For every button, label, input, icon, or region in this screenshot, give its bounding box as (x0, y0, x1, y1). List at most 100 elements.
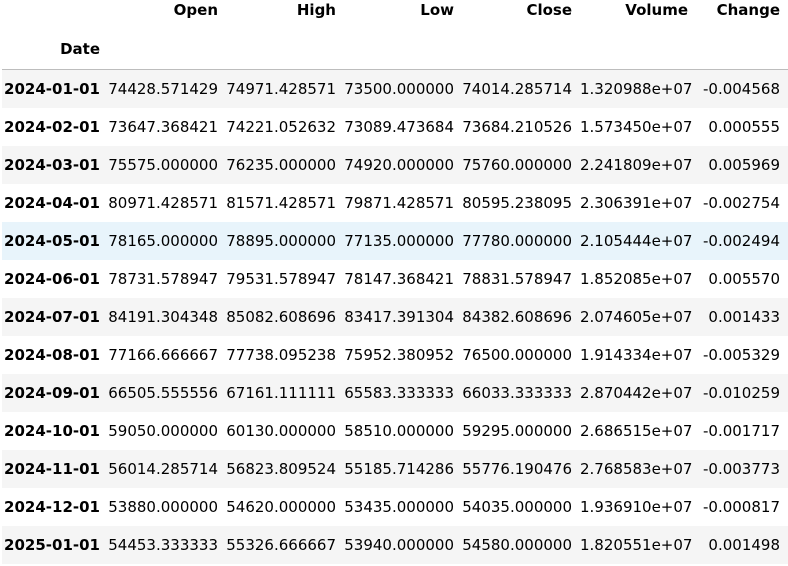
cell-close: 54035.000000 (462, 497, 572, 516)
table-row: 2024-04-01 80971.428571 81571.428571 79871.… (2, 184, 788, 222)
cell-high: 54620.000000 (226, 497, 336, 516)
table-body: 2024-01-01 74428.571429 74971.428571 73500.… (2, 69, 788, 564)
dataframe-table: Open High Low Close Volume Change Date 2… (2, 0, 788, 564)
cell-low: 58510.000000 (344, 421, 454, 440)
cell-close: 59295.000000 (462, 421, 572, 440)
cell-close: 55776.190476 (462, 459, 572, 478)
table-row: 2024-05-01 78165.000000 78895.000000 77135.… (2, 221, 788, 260)
cell-open: 80971.428571 (108, 193, 218, 212)
cell-low: 75952.380952 (344, 345, 454, 364)
table-row: 2024-01-01 74428.571429 74971.428571 73500.… (2, 69, 788, 108)
cell-high: 78895.000000 (226, 231, 336, 250)
cell-high: 77738.095238 (226, 345, 336, 364)
cell-high: 76235.000000 (226, 155, 336, 174)
column-header-low: Low (420, 1, 454, 19)
cell-low: 53940.000000 (344, 535, 454, 554)
cell-low: 73500.000000 (344, 79, 454, 98)
cell-volume: 1.573450e+07 (580, 117, 693, 136)
row-index-date: 2024-12-01 (4, 497, 100, 516)
cell-low: 55185.714286 (344, 459, 454, 478)
cell-high: 79531.578947 (226, 269, 336, 288)
cell-volume: 1.320988e+07 (580, 79, 693, 98)
cell-low: 73089.473684 (344, 117, 454, 136)
row-index-date: 2025-01-01 (4, 535, 100, 554)
cell-volume: 2.074605e+07 (580, 307, 693, 326)
cell-volume: 2.306391e+07 (580, 193, 693, 212)
cell-close: 76500.000000 (462, 345, 572, 364)
cell-open: 66505.555556 (108, 383, 218, 402)
cell-change: -0.002754 (703, 193, 780, 212)
cell-open: 53880.000000 (108, 497, 218, 516)
cell-volume: 2.241809e+07 (580, 155, 693, 174)
table-row: 2024-10-01 59050.000000 60130.000000 58510.… (2, 412, 788, 450)
cell-close: 54580.000000 (462, 535, 572, 554)
cell-open: 74428.571429 (108, 79, 218, 98)
cell-low: 53435.000000 (344, 497, 454, 516)
cell-low: 83417.391304 (344, 307, 454, 326)
cell-volume: 1.914334e+07 (580, 345, 693, 364)
cell-change: -0.001717 (703, 421, 780, 440)
column-header-close: Close (526, 1, 572, 19)
cell-close: 66033.333333 (462, 383, 572, 402)
cell-high: 85082.608696 (226, 307, 336, 326)
cell-open: 54453.333333 (108, 535, 218, 554)
cell-change: -0.005329 (703, 345, 780, 364)
table-row: 2024-02-01 73647.368421 74221.052632 73089.… (2, 108, 788, 146)
table-row: 2024-03-01 75575.000000 76235.000000 74920.… (2, 145, 788, 184)
cell-open: 56014.285714 (108, 459, 218, 478)
cell-high: 55326.666667 (226, 535, 336, 554)
cell-change: 0.005969 (708, 155, 780, 174)
table-row: 2024-12-01 53880.000000 54620.000000 53435.… (2, 488, 788, 526)
cell-volume: 2.768583e+07 (580, 459, 693, 478)
cell-change: -0.003773 (703, 459, 780, 478)
cell-open: 73647.368421 (108, 117, 218, 136)
cell-low: 77135.000000 (344, 231, 454, 250)
cell-low: 74920.000000 (344, 155, 454, 174)
table-row: 2024-11-01 56014.285714 56823.809524 55185.… (2, 449, 788, 488)
row-index-date: 2024-10-01 (4, 421, 100, 440)
index-name: Date (2, 29, 108, 70)
cell-change: 0.005570 (708, 269, 780, 288)
cell-close: 75760.000000 (462, 155, 572, 174)
cell-low: 65583.333333 (344, 383, 454, 402)
row-index-date: 2024-09-01 (4, 383, 100, 402)
cell-close: 74014.285714 (462, 79, 572, 98)
row-index-date: 2024-03-01 (4, 155, 100, 174)
table-row: 2024-08-01 77166.666667 77738.095238 75952.… (2, 336, 788, 374)
cell-close: 78831.578947 (462, 269, 572, 288)
cell-low: 78147.368421 (344, 269, 454, 288)
cell-close: 77780.000000 (462, 231, 572, 250)
cell-change: -0.004568 (703, 79, 780, 98)
table-row: 2024-06-01 78731.578947 79531.578947 78147.… (2, 260, 788, 298)
table-row: 2024-09-01 66505.555556 67161.111111 65583.… (2, 373, 788, 412)
cell-volume: 1.820551e+07 (580, 535, 693, 554)
cell-high: 60130.000000 (226, 421, 336, 440)
cell-high: 67161.111111 (226, 383, 336, 402)
cell-high: 74221.052632 (226, 117, 336, 136)
cell-close: 73684.210526 (462, 117, 572, 136)
cell-high: 81571.428571 (226, 193, 336, 212)
cell-change: -0.000817 (703, 497, 780, 516)
column-header-volume: Volume (625, 1, 688, 19)
cell-volume: 1.852085e+07 (580, 269, 693, 288)
cell-open: 77166.666667 (108, 345, 218, 364)
cell-low: 79871.428571 (344, 193, 454, 212)
cell-volume: 1.936910e+07 (580, 497, 693, 516)
cell-open: 78165.000000 (108, 231, 218, 250)
row-index-date: 2024-01-01 (4, 79, 100, 98)
cell-high: 74971.428571 (226, 79, 336, 98)
cell-change: 0.000555 (708, 117, 780, 136)
row-index-date: 2024-05-01 (4, 231, 100, 250)
column-header-row: Open High Low Close Volume Change (2, 0, 788, 29)
column-header-change: Change (716, 1, 780, 19)
cell-open: 78731.578947 (108, 269, 218, 288)
table-row: 2024-07-01 84191.304348 85082.608696 83417.… (2, 297, 788, 336)
cell-change: 0.001433 (708, 307, 780, 326)
corner-cell (2, 0, 108, 29)
table-header: Open High Low Close Volume Change Date (2, 0, 788, 70)
row-index-date: 2024-04-01 (4, 193, 100, 212)
cell-volume: 2.686515e+07 (580, 421, 693, 440)
cell-close: 84382.608696 (462, 307, 572, 326)
cell-change: 0.001498 (708, 535, 780, 554)
cell-open: 59050.000000 (108, 421, 218, 440)
